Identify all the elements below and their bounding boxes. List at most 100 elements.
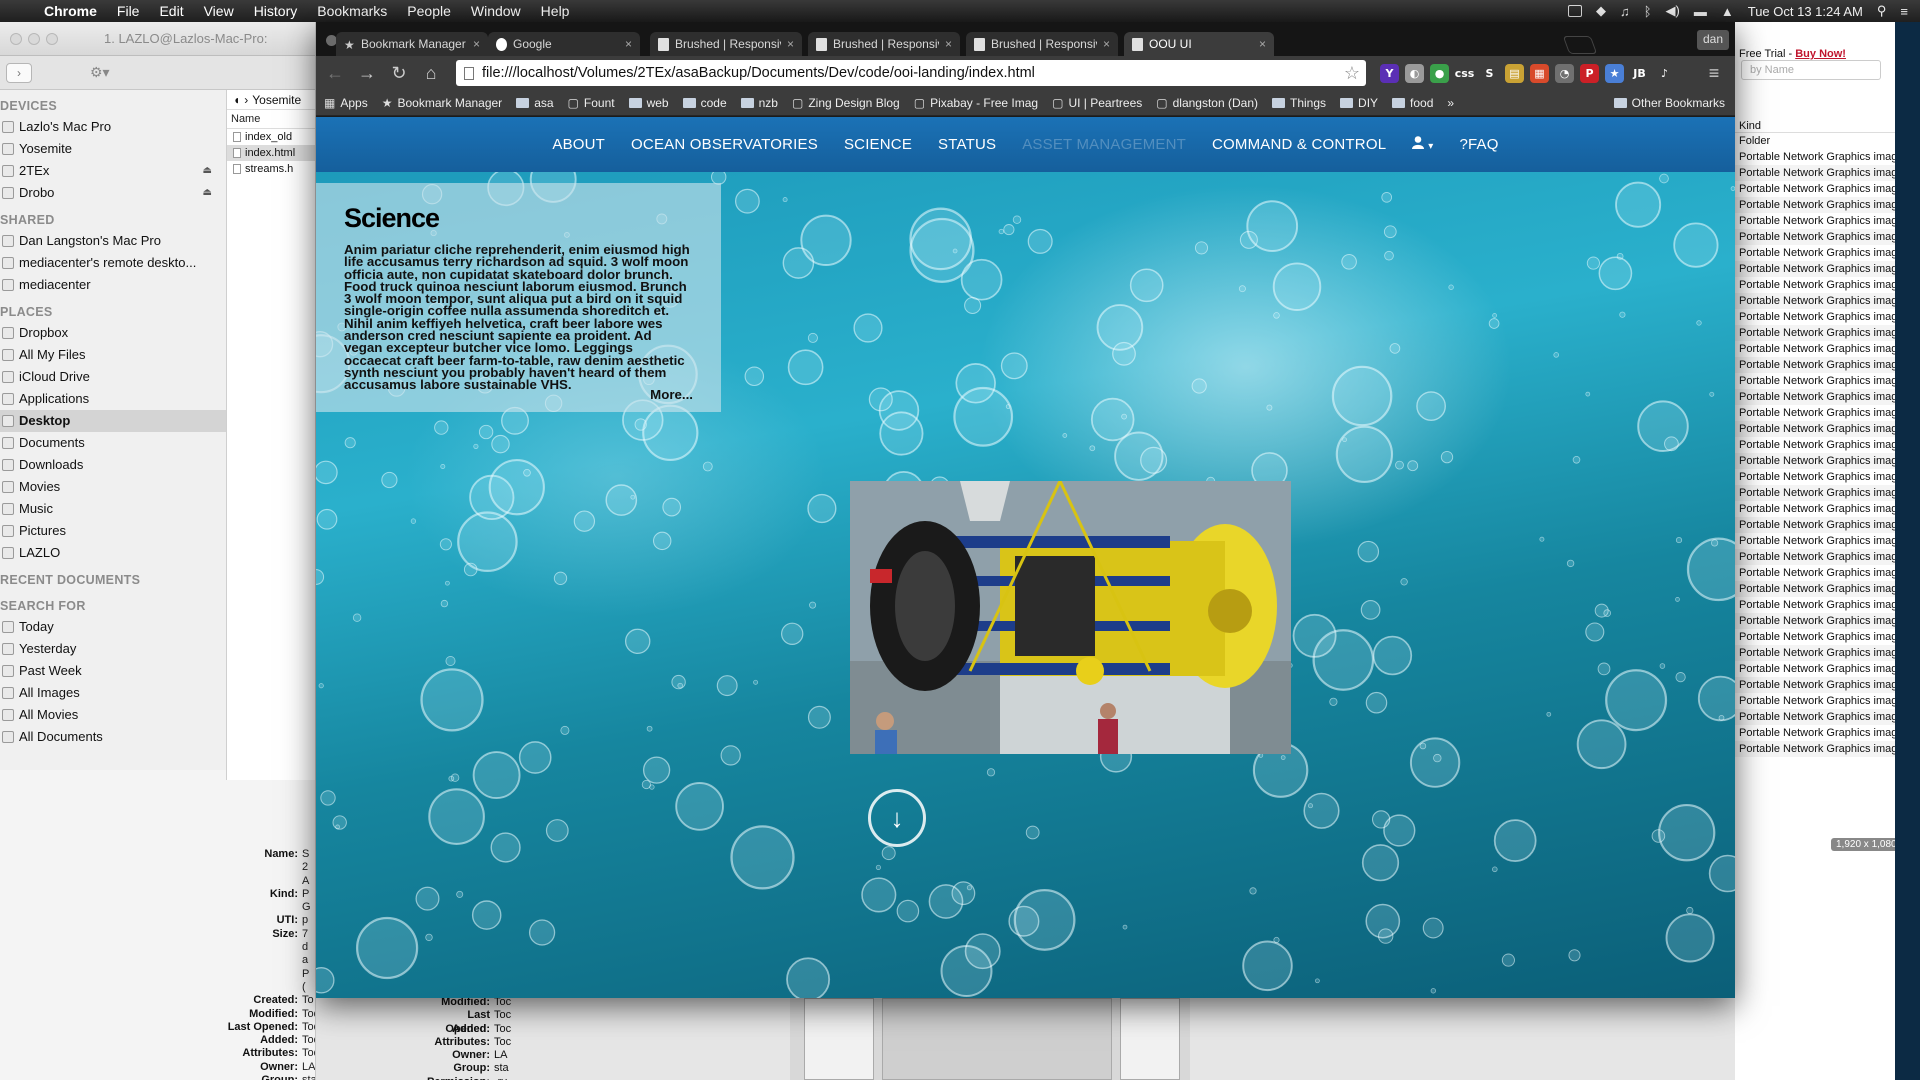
bookmark-item[interactable]: food <box>1392 96 1433 110</box>
bluetooth-icon[interactable]: ᛒ <box>1644 4 1652 19</box>
finder-titlebar[interactable]: 1. LAZLO@Lazlos-Mac-Pro: <box>0 22 315 56</box>
notification-center-icon[interactable]: ≡ <box>1900 4 1908 19</box>
bookmark-item[interactable]: ★ Bookmark Manager <box>382 96 502 110</box>
list-item[interactable]: Portable Network Graphics image <box>1735 229 1920 245</box>
menu-file[interactable]: File <box>107 3 150 19</box>
list-item[interactable]: Portable Network Graphics image <box>1735 197 1920 213</box>
close-tab-icon[interactable]: × <box>473 37 480 51</box>
menu-help[interactable]: Help <box>531 3 580 19</box>
list-item[interactable]: Portable Network Graphics image <box>1735 421 1920 437</box>
sidebar-item[interactable]: LAZLO <box>0 542 226 564</box>
nav-ocean-observatories[interactable]: OCEAN OBSERVATORIES <box>618 136 831 153</box>
home-button[interactable]: ⌂ <box>420 63 442 84</box>
list-item[interactable]: Portable Network Graphics image <box>1735 725 1920 741</box>
list-item[interactable]: Portable Network Graphics image <box>1735 309 1920 325</box>
nav-command-control[interactable]: COMMAND & CONTROL <box>1199 136 1399 153</box>
back-button[interactable]: ← <box>324 63 346 84</box>
list-item[interactable]: Portable Network Graphics image <box>1735 405 1920 421</box>
bookmark-star-icon[interactable]: ☆ <box>1344 63 1366 84</box>
extension-icon[interactable]: P <box>1580 63 1599 83</box>
nav-science[interactable]: SCIENCE <box>831 136 925 153</box>
sidebar-item[interactable]: Lazlo's Mac Pro <box>0 116 226 138</box>
list-item[interactable]: index_old <box>227 129 315 145</box>
list-item[interactable]: Portable Network Graphics image <box>1735 261 1920 277</box>
list-item[interactable]: Portable Network Graphics image <box>1735 517 1920 533</box>
list-item[interactable]: Portable Network Graphics image <box>1735 325 1920 341</box>
bookmark-item[interactable]: ▦ Apps <box>324 96 368 110</box>
bookmark-item[interactable]: ▢ Fount <box>568 96 615 110</box>
sidebar-item[interactable]: Past Week <box>0 660 226 682</box>
bell-icon[interactable]: ♫ <box>1620 4 1630 19</box>
profile-button[interactable]: dan <box>1696 30 1729 50</box>
sidebar-item[interactable]: Applications <box>0 388 226 410</box>
address-bar[interactable]: file:///localhost/Volumes/2TEx/asaBackup… <box>456 60 1366 86</box>
sidebar-item[interactable]: Pictures <box>0 520 226 542</box>
extension-icon[interactable]: JB <box>1630 63 1649 83</box>
menubar-clock[interactable]: Tue Oct 13 1:24 AM <box>1748 4 1863 19</box>
nav-faq[interactable]: ?FAQ <box>1446 136 1511 153</box>
sidebar-item[interactable]: 2TEx ⏏ <box>0 160 226 182</box>
volume-icon[interactable]: ◀) <box>1666 3 1680 19</box>
list-item[interactable]: Portable Network Graphics image <box>1735 597 1920 613</box>
extension-icon[interactable]: ▦ <box>1530 63 1549 83</box>
list-item[interactable]: Portable Network Graphics image <box>1735 453 1920 469</box>
bookmark-item[interactable]: web <box>628 96 669 110</box>
browser-tab[interactable]: ★ Bookmark Manager × <box>336 32 488 56</box>
dropbox-icon[interactable]: ◆ <box>1596 3 1606 19</box>
extension-icon[interactable]: ◐ <box>1405 63 1424 83</box>
list-item[interactable]: Portable Network Graphics image <box>1735 213 1920 229</box>
close-tab-icon[interactable]: × <box>1103 37 1110 51</box>
list-item[interactable]: index.html <box>227 145 315 161</box>
close-window-button[interactable] <box>10 32 22 45</box>
extension-icon[interactable]: ● <box>1430 63 1449 83</box>
bookmark-item[interactable]: code <box>682 96 727 110</box>
sidebar-item[interactable]: All My Files <box>0 344 226 366</box>
extension-icon[interactable]: S <box>1480 63 1499 83</box>
list-item[interactable]: Portable Network Graphics image <box>1735 373 1920 389</box>
wifi-icon[interactable]: ▲ <box>1721 4 1734 19</box>
menu-history[interactable]: History <box>244 3 308 19</box>
extension-icon[interactable]: ◔ <box>1555 63 1574 83</box>
bookmark-item[interactable]: ▢ Pixabay - Free Imag <box>914 96 1038 110</box>
list-item[interactable]: streams.h <box>227 161 315 177</box>
list-item[interactable]: Portable Network Graphics image <box>1735 549 1920 565</box>
column-header-kind[interactable]: Kind <box>1735 120 1920 133</box>
sidebar-item[interactable]: All Images <box>0 682 226 704</box>
sidebar-item[interactable]: Music <box>0 498 226 520</box>
sidebar-item[interactable]: Desktop <box>0 410 226 432</box>
bookmark-item[interactable]: Things <box>1272 96 1326 110</box>
list-item[interactable]: Portable Network Graphics image <box>1735 501 1920 517</box>
sidebar-item[interactable]: All Documents <box>0 726 226 748</box>
extension-icon[interactable]: ★ <box>1605 63 1624 83</box>
sidebar-item[interactable]: Movies <box>0 476 226 498</box>
list-item[interactable]: Portable Network Graphics image <box>1735 357 1920 373</box>
user-menu[interactable]: ▾ <box>1399 136 1446 153</box>
eject-icon[interactable]: ⏏ <box>203 182 212 204</box>
list-item[interactable]: Folder <box>1735 133 1920 149</box>
screen-icon[interactable] <box>1567 5 1582 17</box>
search-input[interactable]: by Name <box>1741 60 1881 80</box>
reload-button[interactable]: ↻ <box>388 63 410 84</box>
sidebar-item[interactable]: mediacenter <box>0 274 226 296</box>
buy-now-link[interactable]: Buy Now! <box>1795 48 1846 60</box>
sidebar-item[interactable]: Dan Langston's Mac Pro <box>0 230 226 252</box>
list-item[interactable]: Portable Network Graphics image <box>1735 165 1920 181</box>
nav-about[interactable]: ABOUT <box>539 136 618 153</box>
bookmark-item[interactable]: DIY <box>1340 96 1378 110</box>
list-item[interactable]: Portable Network Graphics image <box>1735 709 1920 725</box>
gear-icon[interactable]: ⚙▾ <box>90 64 110 81</box>
menu-view[interactable]: View <box>194 3 244 19</box>
sidebar-item[interactable]: Yosemite <box>0 138 226 160</box>
minimize-window-button[interactable] <box>28 32 40 45</box>
nav-asset-management[interactable]: ASSET MANAGEMENT <box>1009 136 1199 153</box>
list-item[interactable]: Portable Network Graphics image <box>1735 277 1920 293</box>
close-tab-icon[interactable]: × <box>625 37 632 51</box>
menu-bookmarks[interactable]: Bookmarks <box>307 3 397 19</box>
breadcrumb-item[interactable]: Yosemite <box>252 93 301 107</box>
extension-icon[interactable]: ♪ <box>1655 63 1674 83</box>
eject-icon[interactable]: ⏏ <box>203 160 212 182</box>
chrome-menu-icon[interactable]: ≡ <box>1703 63 1725 84</box>
extension-icon[interactable]: Y <box>1380 63 1399 83</box>
list-item[interactable]: Portable Network Graphics image <box>1735 677 1920 693</box>
list-item[interactable]: Portable Network Graphics image <box>1735 437 1920 453</box>
